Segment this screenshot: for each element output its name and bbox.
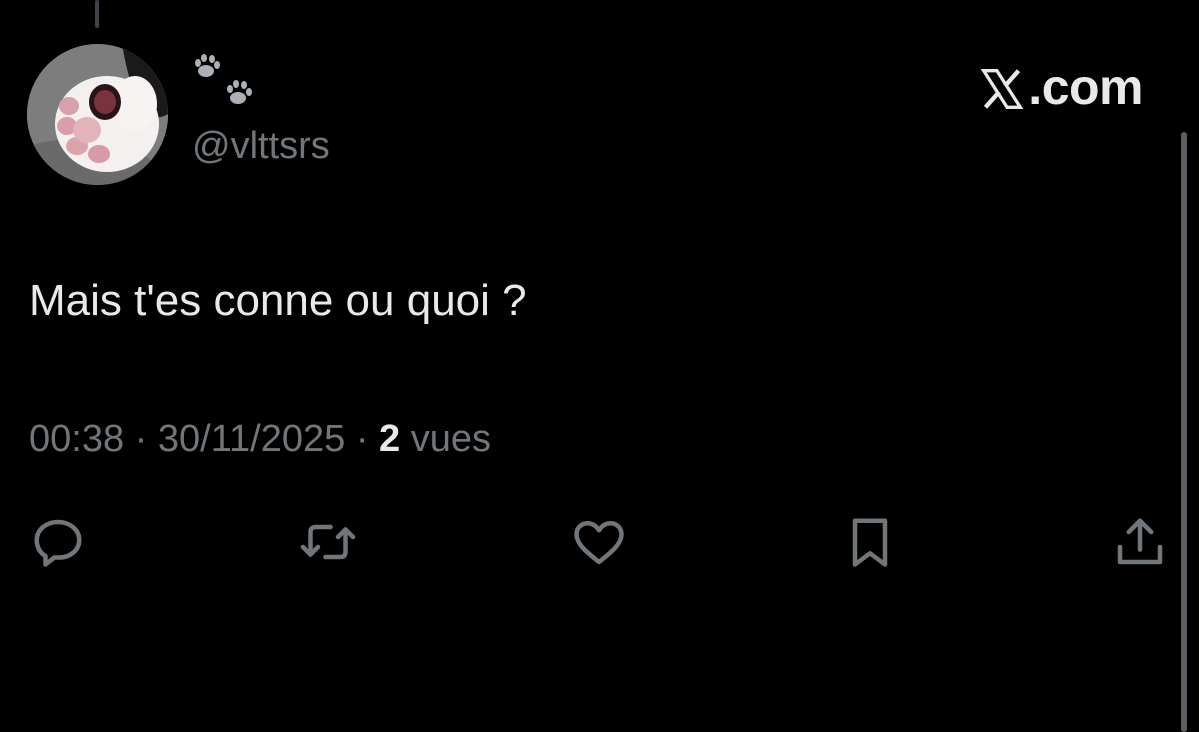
- brand-logo: .com: [980, 58, 1143, 116]
- repost-button[interactable]: [298, 512, 358, 572]
- reply-button[interactable]: [28, 512, 88, 572]
- views-count: 2: [379, 418, 401, 460]
- brand-label: .com: [1028, 59, 1143, 115]
- share-button[interactable]: [1110, 512, 1170, 572]
- thread-connector-line: [95, 0, 99, 28]
- scrollbar[interactable]: [1181, 132, 1187, 732]
- user-handle[interactable]: @vlttsrs: [192, 124, 330, 168]
- avatar[interactable]: [27, 44, 168, 185]
- reply-icon: [34, 519, 82, 567]
- heart-icon: [574, 521, 624, 565]
- tweet-metadata: 00:38 · 30/11/2025 · 2 vues: [29, 416, 491, 462]
- like-button[interactable]: [569, 512, 629, 572]
- tweet-actions: [0, 512, 1199, 576]
- tweet-date[interactable]: 30/11/2025: [158, 418, 345, 460]
- repost-icon: [300, 524, 356, 560]
- paw-prints-icon: [195, 54, 252, 104]
- tweet-time[interactable]: 00:38: [29, 418, 124, 460]
- x-logo-icon: [980, 69, 1024, 109]
- tweet-text: Mais t'es conne ou quoi ?: [29, 276, 527, 325]
- share-icon: [1117, 518, 1163, 565]
- bookmark-icon: [852, 518, 888, 567]
- cat-paw-avatar-image: [27, 44, 168, 185]
- views-label: vues: [410, 418, 492, 460]
- bookmark-button[interactable]: [840, 512, 900, 572]
- meta-separator: ·: [355, 418, 369, 460]
- display-name[interactable]: [192, 54, 258, 112]
- meta-separator: ·: [134, 418, 148, 460]
